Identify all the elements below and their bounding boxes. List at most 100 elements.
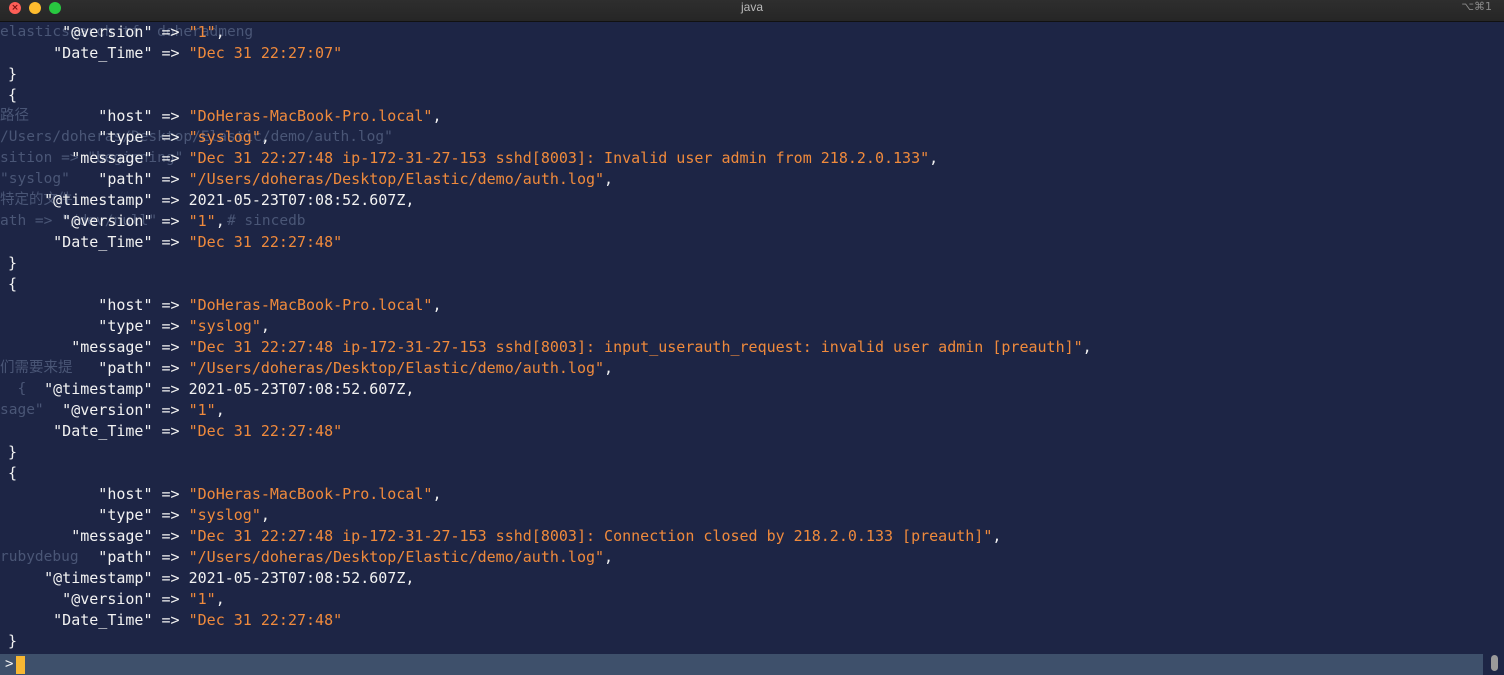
output-lines: "@version" => "1", "Date_Time" => "Dec 3… [8,22,1092,652]
line-key: "@timestamp" => 2021-05-23T07:08:52.607Z… [8,191,415,209]
line-tail: , [260,317,270,335]
output-line: "Date_Time" => "Dec 31 22:27:07" [8,43,1092,64]
line-key: } [8,632,18,650]
scrollbar-thumb[interactable] [1491,655,1498,671]
line-tail: , [215,401,225,419]
output-line: "message" => "Dec 31 22:27:48 ip-172-31-… [8,148,1092,169]
line-key: "message" => [8,338,189,356]
output-line: "host" => "DoHeras-MacBook-Pro.local", [8,106,1092,127]
scrollbar[interactable] [1483,22,1504,675]
line-key: "host" => [8,485,189,503]
line-key: } [8,254,18,272]
output-line: } [8,64,1092,85]
text-cursor [16,656,25,674]
line-string-value: "Dec 31 22:27:48" [188,611,343,629]
line-string-value: "syslog" [188,506,261,524]
output-line: "@timestamp" => 2021-05-23T07:08:52.607Z… [8,379,1092,400]
line-key: "type" => [8,506,189,524]
line-key: "host" => [8,296,189,314]
line-key: "@version" => [8,212,189,230]
line-string-value: "/Users/doheras/Desktop/Elastic/demo/aut… [188,548,605,566]
title-bar: × java ⌥⌘1 [0,0,1504,22]
line-key: { [8,464,18,482]
line-tail: , [260,128,270,146]
line-string-value: "DoHeras-MacBook-Pro.local" [188,107,433,125]
line-key: "Date_Time" => [8,422,189,440]
line-key: "Date_Time" => [8,44,189,62]
line-key: "@timestamp" => 2021-05-23T07:08:52.607Z… [8,569,415,587]
output-line: "@timestamp" => 2021-05-23T07:08:52.607Z… [8,568,1092,589]
output-line: "message" => "Dec 31 22:27:48 ip-172-31-… [8,337,1092,358]
line-key: "Date_Time" => [8,233,189,251]
line-string-value: "/Users/doheras/Desktop/Elastic/demo/aut… [188,170,605,188]
line-key: } [8,65,18,83]
line-tail: , [215,212,225,230]
command-input-bar[interactable]: > [0,654,1483,675]
line-tail: , [604,359,614,377]
output-line: "type" => "syslog", [8,127,1092,148]
output-line: } [8,631,1092,652]
window-shortcut: ⌥⌘1 [1461,0,1492,13]
line-key: "host" => [8,107,189,125]
output-line: "path" => "/Users/doheras/Desktop/Elasti… [8,547,1092,568]
output-line: "Date_Time" => "Dec 31 22:27:48" [8,232,1092,253]
line-tail: , [260,506,270,524]
line-string-value: "1" [188,401,216,419]
output-line: } [8,442,1092,463]
output-line: "path" => "/Users/doheras/Desktop/Elasti… [8,358,1092,379]
line-string-value: "DoHeras-MacBook-Pro.local" [188,296,433,314]
line-key: { [8,275,18,293]
line-string-value: "syslog" [188,128,261,146]
output-line: "@version" => "1", [8,400,1092,421]
output-line: "path" => "/Users/doheras/Desktop/Elasti… [8,169,1092,190]
line-key: "message" => [8,527,189,545]
line-tail: , [929,149,939,167]
line-tail: , [215,23,225,41]
line-string-value: "Dec 31 22:27:48" [188,422,343,440]
line-key: "path" => [8,548,189,566]
output-line: "Date_Time" => "Dec 31 22:27:48" [8,610,1092,631]
line-tail: , [992,527,1002,545]
output-line: "host" => "DoHeras-MacBook-Pro.local", [8,484,1092,505]
line-key: "type" => [8,317,189,335]
line-key: "@version" => [8,590,189,608]
line-tail: , [432,107,442,125]
line-string-value: "1" [188,23,216,41]
line-string-value: "1" [188,590,216,608]
line-string-value: "Dec 31 22:27:07" [188,44,343,62]
output-line: { [8,85,1092,106]
line-key: "Date_Time" => [8,611,189,629]
output-line: { [8,463,1092,484]
output-line: { [8,274,1092,295]
line-key: { [8,86,18,104]
line-string-value: "Dec 31 22:27:48 ip-172-31-27-153 sshd[8… [188,149,930,167]
line-key: } [8,443,18,461]
line-tail: , [604,548,614,566]
output-line: "type" => "syslog", [8,316,1092,337]
terminal-output[interactable]: elasticsearch tf doheradmeng 路径/Users/doh… [0,22,1490,653]
line-string-value: "DoHeras-MacBook-Pro.local" [188,485,433,503]
line-string-value: "Dec 31 22:27:48" [188,233,343,251]
line-string-value: "syslog" [188,317,261,335]
output-line: "type" => "syslog", [8,505,1092,526]
line-tail: , [604,170,614,188]
output-line: "message" => "Dec 31 22:27:48 ip-172-31-… [8,526,1092,547]
line-key: "path" => [8,359,189,377]
line-string-value: "Dec 31 22:27:48 ip-172-31-27-153 sshd[8… [188,338,1083,356]
line-key: "message" => [8,149,189,167]
window-title: java [740,0,763,14]
line-tail: , [215,590,225,608]
output-line: "@version" => "1", [8,211,1092,232]
output-line: "@version" => "1", [8,589,1092,610]
line-tail: , [432,296,442,314]
line-key: "@timestamp" => 2021-05-23T07:08:52.607Z… [8,380,415,398]
line-key: "@version" => [8,23,189,41]
line-string-value: "Dec 31 22:27:48 ip-172-31-27-153 sshd[8… [188,527,993,545]
output-line: "@timestamp" => 2021-05-23T07:08:52.607Z… [8,190,1092,211]
output-line: "@version" => "1", [8,22,1092,43]
line-string-value: "1" [188,212,216,230]
line-string-value: "/Users/doheras/Desktop/Elastic/demo/aut… [188,359,605,377]
line-key: "type" => [8,128,189,146]
terminal-window: × java ⌥⌘1 elasticsearch tf doheradmeng 路… [0,0,1504,675]
line-tail: , [1082,338,1092,356]
